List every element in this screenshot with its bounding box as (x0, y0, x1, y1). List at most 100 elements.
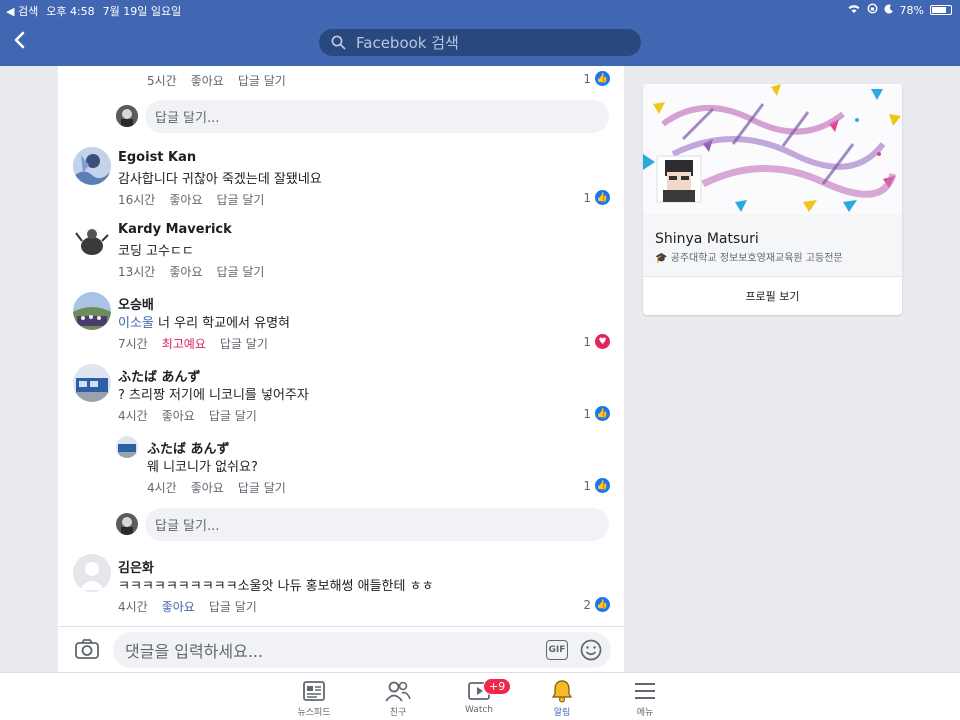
comment-time: 13시간 (118, 265, 156, 279)
comment-text: 감사합니다 귀찮아 죽겠는데 잘됐네요 (118, 172, 322, 187)
reply-link[interactable]: 답글 달기 (238, 479, 286, 496)
reply-link[interactable]: 답글 달기 (209, 407, 257, 424)
education-icon: 🎓 (655, 253, 668, 264)
comment-time: 16시간 (118, 193, 156, 207)
status-bar: ◀ 검색 오후 4:58 7월 19일 일요일 78% (0, 0, 960, 20)
search-placeholder: Facebook 검색 (356, 34, 459, 52)
commenter-name[interactable]: 김은화 (118, 557, 154, 576)
like-link[interactable]: 좋아요 (169, 191, 202, 208)
battery-percent: 78% (899, 3, 924, 17)
watch-badge: +9 (483, 678, 512, 695)
profile-card: Shinya Matsuri 🎓 공주대학교 정보보호영재교육원 고등전문 프로… (643, 84, 902, 315)
avatar (73, 221, 111, 259)
avatar (116, 105, 138, 127)
view-profile-button[interactable]: 프로필 보기 (643, 276, 902, 315)
reaction-count: 1 ♥ (583, 334, 610, 349)
gif-button[interactable]: GIF (546, 640, 568, 660)
comment-time: 4시간 (118, 409, 148, 423)
cover-image (643, 84, 902, 214)
avatar (116, 436, 138, 458)
wifi-icon (847, 4, 861, 17)
like-link[interactable]: 좋아요 (162, 407, 195, 424)
love-reaction-link[interactable]: 최고예요 (162, 335, 206, 352)
comments-panel: 5시간 좋아요 답글 달기 1 👍 답글 달기... Egoist Kan 감사… (58, 66, 624, 626)
search-icon (331, 35, 346, 50)
comment-text: ? 츠리짱 저기에 니코니를 넣어주자 (118, 388, 309, 403)
comment-time: 4시간 (118, 600, 148, 614)
reply-link[interactable]: 답글 달기 (216, 191, 264, 208)
back-button[interactable] (12, 30, 32, 54)
comment-meta: 4시간 좋아요 답글 달기 (118, 598, 257, 615)
camera-icon[interactable] (74, 638, 100, 664)
comment-time: 4시간 (147, 481, 177, 495)
profile-info: Shinya Matsuri 🎓 공주대학교 정보보호영재교육원 고등전문 (643, 214, 902, 276)
avatar (73, 292, 111, 330)
comment-meta: 4시간 좋아요 답글 달기 (147, 479, 286, 496)
like-reaction-icon: 👍 (595, 597, 610, 612)
comment-input[interactable]: 댓글을 입력하세요... (113, 632, 611, 668)
comment-meta: 13시간 좋아요 답글 달기 (118, 263, 264, 280)
comment-text: 웨 니코니가 없쉬요? (147, 460, 258, 475)
profile-education: 🎓 공주대학교 정보보호영재교육원 고등전문 (655, 253, 843, 264)
reaction-count: 1 👍 (583, 478, 610, 493)
avatar (73, 147, 111, 185)
emoji-icon[interactable] (580, 639, 602, 665)
comment-text: ㅋㅋㅋㅋㅋㅋㅋㅋㅋㅋ소울앗 나듀 홍보해썽 애들한테 ㅎㅎ (118, 579, 434, 594)
reply-link[interactable]: 답글 달기 (216, 263, 264, 280)
battery-icon (930, 5, 952, 15)
commenter-name[interactable]: Egoist Kan (118, 150, 196, 165)
tab-bar: 뉴스피드 친구 +9 Watch 알림 메뉴 (0, 672, 960, 720)
avatar (73, 554, 111, 592)
newsfeed-icon (284, 679, 344, 703)
tab-newsfeed[interactable]: 뉴스피드 (284, 679, 344, 718)
status-time: 오후 4:58 (46, 5, 95, 18)
reply-input[interactable]: 답글 달기... (145, 100, 609, 133)
commenter-name[interactable]: 오승배 (118, 294, 154, 313)
avatar (116, 513, 138, 535)
comment-meta: 4시간 좋아요 답글 달기 (118, 407, 257, 424)
comment-time: 5시간 (147, 74, 177, 88)
reaction-count: 2 👍 (583, 597, 610, 612)
friends-icon (368, 679, 428, 703)
like-reaction-icon: 👍 (595, 190, 610, 205)
like-link[interactable]: 좋아요 (162, 598, 195, 615)
like-reaction-icon: 👍 (595, 71, 610, 86)
reaction-count: 1 👍 (583, 406, 610, 421)
like-reaction-icon: 👍 (595, 478, 610, 493)
reaction-count: 1 👍 (583, 71, 610, 86)
reply-link[interactable]: 답글 달기 (209, 598, 257, 615)
comment-meta-row: 5시간 좋아요 답글 달기 1 👍 (58, 66, 624, 94)
comment-text: 코딩 고수ㄷㄷ (118, 244, 194, 259)
like-link[interactable]: 좋아요 (169, 263, 202, 280)
status-date: 7월 19일 일요일 (102, 5, 182, 18)
commenter-name[interactable]: Kardy Maverick (118, 222, 232, 237)
avatar (73, 364, 111, 402)
search-input[interactable]: Facebook 검색 (319, 29, 641, 56)
comment-time: 7시간 (118, 337, 148, 351)
tab-notifications[interactable]: 알림 (532, 679, 592, 718)
mention-link[interactable]: 이소울 (118, 316, 154, 331)
tab-watch[interactable]: +9 Watch (449, 678, 512, 715)
reply-link[interactable]: 답글 달기 (220, 335, 268, 352)
moon-icon (884, 4, 894, 17)
comment-text: 이소울 너 우리 학교에서 유명혀 (118, 316, 291, 331)
tab-menu[interactable]: 메뉴 (615, 679, 675, 718)
reply-link[interactable]: 답글 달기 (238, 72, 286, 89)
like-reaction-icon: 👍 (595, 406, 610, 421)
heart-reaction-icon: ♥ (595, 334, 610, 349)
reply-input[interactable]: 답글 달기... (145, 508, 609, 541)
like-link[interactable]: 좋아요 (191, 72, 224, 89)
profile-name[interactable]: Shinya Matsuri (655, 231, 759, 247)
commenter-name[interactable]: ふたば あんず (118, 366, 201, 385)
like-link[interactable]: 좋아요 (191, 479, 224, 496)
tab-friends[interactable]: 친구 (368, 679, 428, 718)
commenter-name[interactable]: ふたば あんず (147, 438, 230, 457)
reaction-count: 1 👍 (583, 190, 610, 205)
back-to-app-link[interactable]: ◀ 검색 (6, 3, 38, 19)
navigation-bar: ◀ 검색 오후 4:58 7월 19일 일요일 78% Facebook 검색 (0, 0, 960, 66)
lock-rotation-icon (867, 3, 878, 17)
hamburger-menu-icon (615, 679, 675, 703)
comment-composer: 댓글을 입력하세요... GIF (58, 626, 624, 672)
bell-icon (532, 679, 592, 703)
comment-meta: 16시간 좋아요 답글 달기 (118, 191, 264, 208)
